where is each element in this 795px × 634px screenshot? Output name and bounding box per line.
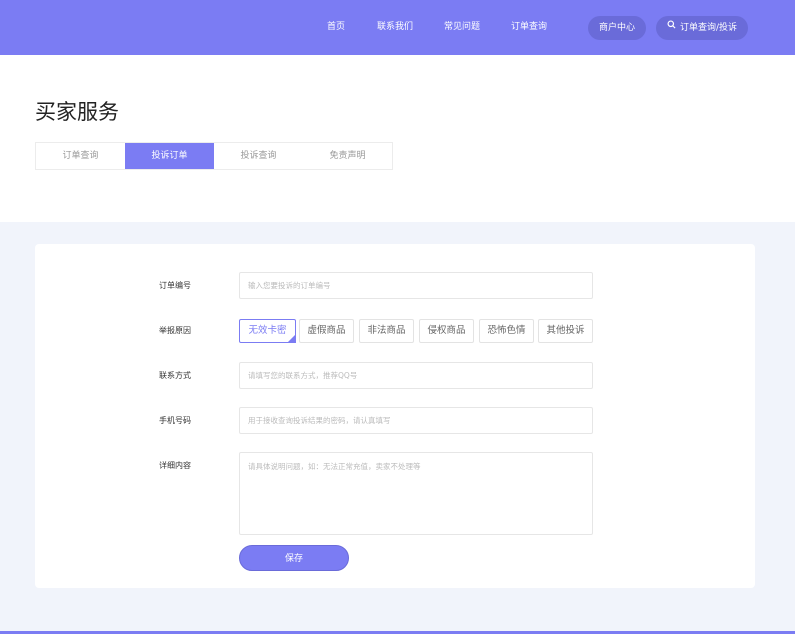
selected-corner-icon bbox=[287, 334, 296, 343]
merchant-center-button[interactable]: 商户中心 bbox=[588, 16, 646, 40]
tab-complaint-query[interactable]: 投诉查询 bbox=[214, 143, 303, 169]
reason-option-infringing-goods[interactable]: 侵权商品 bbox=[419, 319, 474, 343]
service-tabs: 订单查询 投诉订单 投诉查询 免责声明 bbox=[35, 142, 393, 170]
reason-option-invalid-card[interactable]: 无效卡密 bbox=[239, 319, 296, 343]
detail-textarea[interactable]: 请具体说明问题，如：无法正常充值，卖家不处理等 bbox=[239, 452, 593, 535]
page-title: 买家服务 bbox=[35, 100, 119, 124]
nav-order-query-link[interactable]: 订单查询 bbox=[511, 20, 547, 34]
order-query-complaint-label: 订单查询/投诉 bbox=[679, 23, 738, 33]
detail-label: 详细内容 bbox=[159, 461, 191, 470]
title-section bbox=[0, 55, 795, 222]
phone-label: 手机号码 bbox=[159, 416, 191, 425]
contact-label: 联系方式 bbox=[159, 371, 191, 380]
tab-order-query[interactable]: 订单查询 bbox=[36, 143, 125, 169]
reason-option-fake-goods[interactable]: 虚假商品 bbox=[299, 319, 354, 343]
save-button[interactable]: 保存 bbox=[239, 545, 349, 571]
reason-label: 举报原因 bbox=[159, 326, 191, 335]
nav-contact-link[interactable]: 联系我们 bbox=[377, 20, 413, 34]
reason-option-label: 无效卡密 bbox=[248, 325, 287, 336]
order-query-complaint-button[interactable]: 订单查询/投诉 bbox=[656, 16, 748, 40]
reason-option-violent-porn[interactable]: 恐怖色情 bbox=[479, 319, 534, 343]
search-icon bbox=[667, 15, 676, 39]
contact-input[interactable]: 请填写您的联系方式，推荐QQ号 bbox=[239, 362, 593, 389]
order-no-label: 订单编号 bbox=[159, 281, 191, 290]
tab-disclaimer[interactable]: 免责声明 bbox=[303, 143, 392, 169]
nav-faq-link[interactable]: 常见问题 bbox=[444, 20, 480, 34]
top-header: 首页 联系我们 常见问题 订单查询 商户中心 订单查询/投诉 bbox=[0, 0, 795, 55]
reason-option-other[interactable]: 其他投诉 bbox=[538, 319, 593, 343]
tab-complaint-order[interactable]: 投诉订单 bbox=[125, 143, 214, 169]
reason-option-illegal-goods[interactable]: 非法商品 bbox=[359, 319, 414, 343]
nav-home-link[interactable]: 首页 bbox=[327, 20, 345, 34]
merchant-center-label: 商户中心 bbox=[598, 23, 635, 33]
phone-input[interactable]: 用于接收查询投诉结果的密码，请认真填写 bbox=[239, 407, 593, 434]
order-no-input[interactable]: 输入您要投诉的订单编号 bbox=[239, 272, 593, 299]
